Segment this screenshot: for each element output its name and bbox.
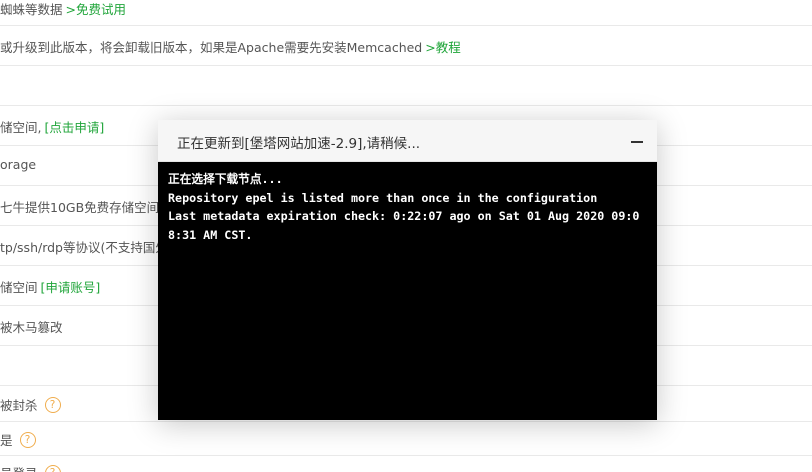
list-row: 蜘蛛等数据 >免费试用 bbox=[0, 0, 812, 26]
row-text: 七牛提供10GB免费存储空间, bbox=[0, 200, 164, 215]
row-text: 蜘蛛等数据 bbox=[0, 2, 63, 17]
terminal-line: 正在选择下载节点... bbox=[168, 172, 283, 186]
tutorial-link[interactable]: >教程 bbox=[425, 37, 460, 56]
list-row bbox=[0, 66, 812, 106]
list-row: 或升级到此版本，将会卸载旧版本，如果是Apache需要先安装Memcached … bbox=[0, 26, 812, 66]
row-text: tp/ssh/rdp等协议(不支持国外 bbox=[0, 240, 168, 255]
minimize-icon bbox=[631, 141, 643, 143]
help-icon[interactable]: ? bbox=[44, 396, 61, 413]
terminal-output: 正在选择下载节点... Repository epel is listed mo… bbox=[158, 162, 657, 420]
row-text: 储空间, bbox=[0, 120, 42, 135]
row-text: 或升级到此版本，将会卸载旧版本，如果是Apache需要先安装Memcached bbox=[0, 40, 423, 55]
page: 蜘蛛等数据 >免费试用 或升级到此版本，将会卸载旧版本，如果是Apache需要先… bbox=[0, 0, 812, 472]
apply-account-link[interactable]: [申请账号] bbox=[41, 277, 101, 296]
dialog-header: 正在更新到[堡塔网站加速-2.9],请稍候... bbox=[158, 120, 657, 162]
row-text: 被木马篡改 bbox=[0, 320, 63, 335]
terminal-line: Last metadata expiration check: 0:22:07 … bbox=[168, 209, 640, 223]
minimize-button[interactable] bbox=[627, 131, 647, 151]
help-icon[interactable]: ? bbox=[19, 431, 36, 448]
free-trial-link[interactable]: >免费试用 bbox=[66, 0, 126, 18]
row-text: 是 bbox=[0, 433, 13, 448]
update-dialog: 正在更新到[堡塔网站加速-2.9],请稍候... 正在选择下载节点... Rep… bbox=[158, 120, 657, 420]
list-row: 是 ? bbox=[0, 422, 812, 456]
row-text: 储空间 bbox=[0, 280, 38, 295]
row-text: 被封杀 bbox=[0, 398, 38, 413]
terminal-line: Repository epel is listed more than once… bbox=[168, 190, 598, 205]
apply-link[interactable]: [点击申请] bbox=[44, 117, 104, 136]
list-row: 员登录 ? bbox=[0, 456, 812, 472]
help-icon[interactable]: ? bbox=[44, 464, 61, 472]
row-text: orage bbox=[0, 157, 37, 172]
row-text: 员登录 bbox=[0, 463, 38, 472]
terminal-line: 8:31 AM CST. bbox=[168, 227, 253, 242]
dialog-title: 正在更新到[堡塔网站加速-2.9],请稍候... bbox=[177, 136, 421, 152]
